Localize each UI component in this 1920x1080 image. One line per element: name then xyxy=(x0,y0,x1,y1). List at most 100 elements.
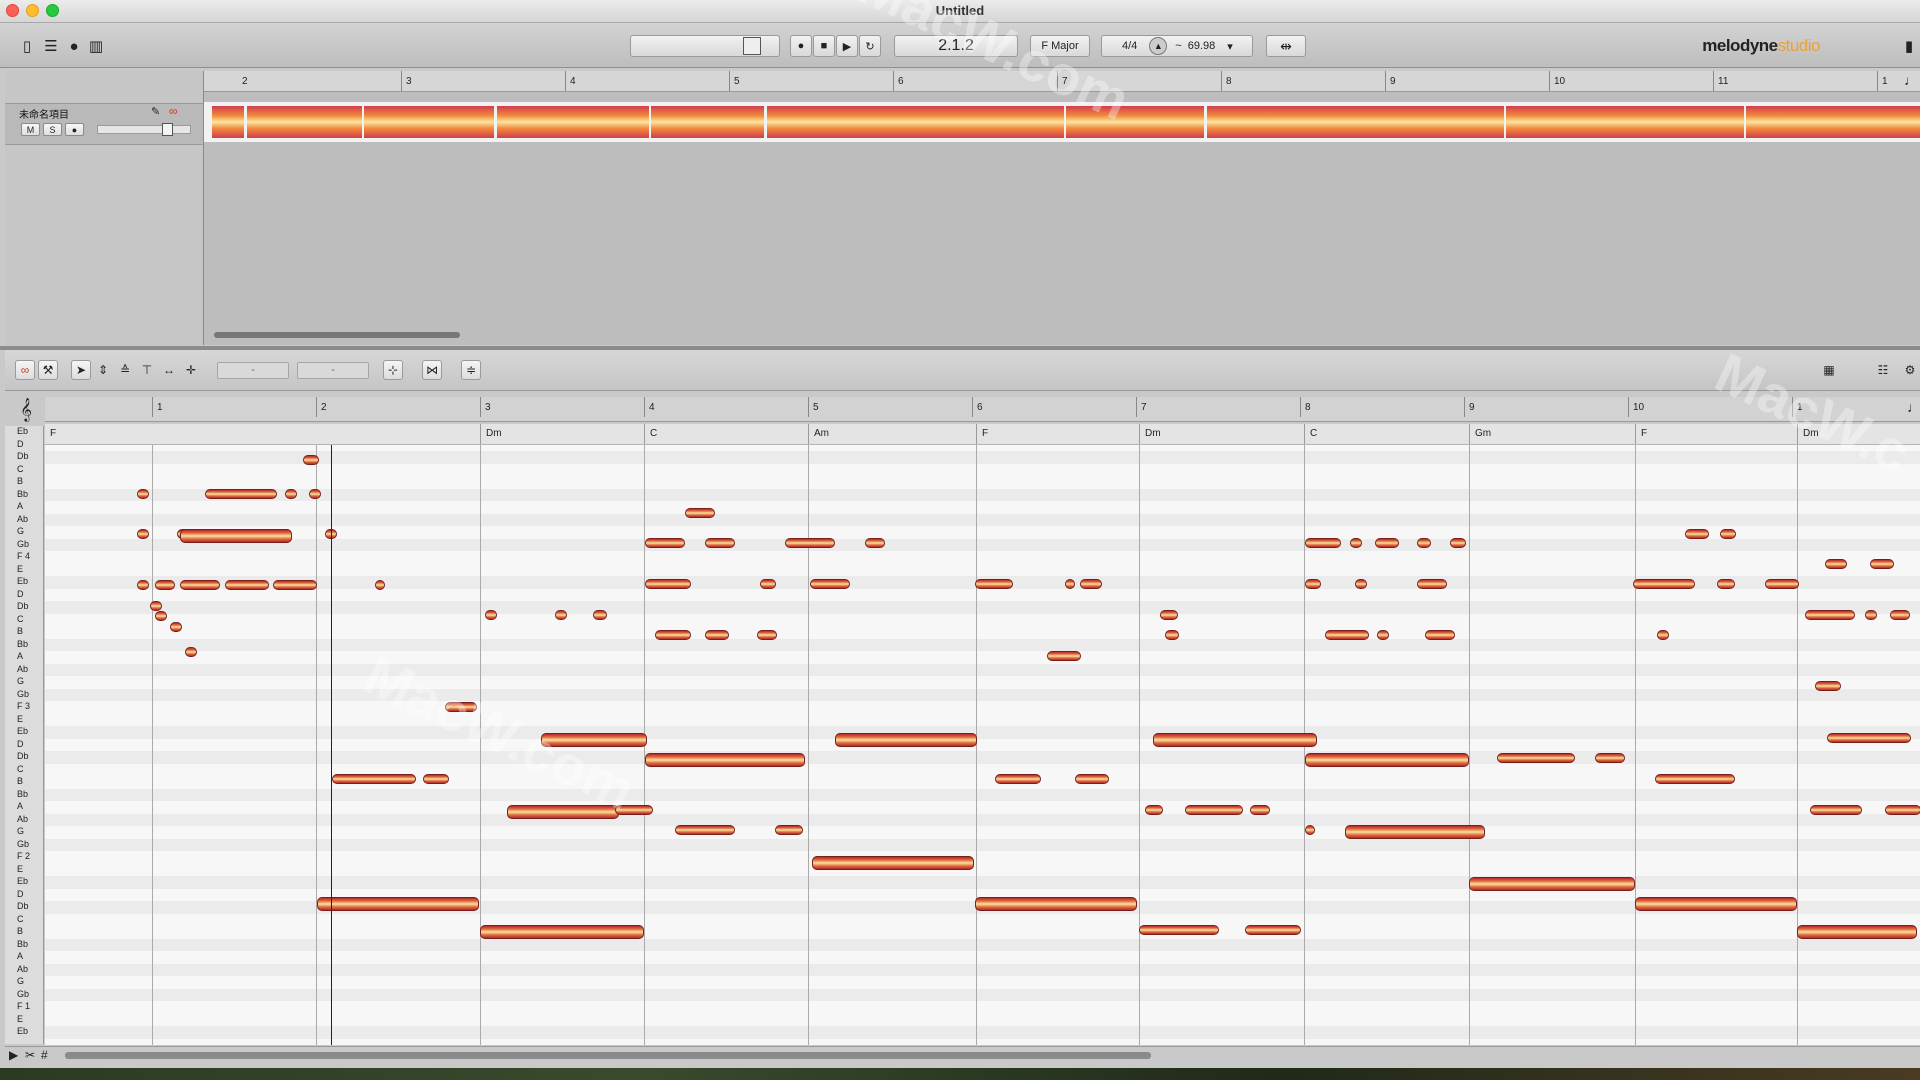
horizontal-scrollbar[interactable] xyxy=(65,1052,1151,1059)
note-blob[interactable] xyxy=(1765,579,1799,589)
note-blob[interactable] xyxy=(1305,538,1341,548)
chord-label[interactable]: Dm xyxy=(1145,428,1161,439)
chord-label[interactable]: Dm xyxy=(486,428,502,439)
note-blob[interactable] xyxy=(1717,579,1735,589)
amplitude-tool-icon[interactable]: ⊤ xyxy=(137,360,157,380)
tempo-detect-button[interactable]: ⇹ xyxy=(1266,35,1306,57)
note-blob[interactable] xyxy=(285,489,297,499)
blobs-icon[interactable]: ● xyxy=(63,35,85,57)
note-blob[interactable] xyxy=(1075,774,1109,784)
note-blob[interactable] xyxy=(975,579,1013,589)
playhead[interactable] xyxy=(331,445,332,1045)
chord-track[interactable]: F Dm C Am F Dm C Gm F Dm xyxy=(45,424,1920,445)
note-blob[interactable] xyxy=(1870,559,1894,569)
note-blob[interactable] xyxy=(555,610,567,620)
note-blob[interactable] xyxy=(485,610,497,620)
note-blob[interactable] xyxy=(1355,579,1367,589)
note-blob[interactable] xyxy=(1797,925,1917,939)
editor-ruler[interactable]: 1 2 3 4 5 6 7 8 9 10 1 ♩ xyxy=(45,397,1920,422)
timing-tool-icon[interactable]: ↔ xyxy=(159,360,179,380)
note-blob[interactable] xyxy=(645,538,685,548)
note-blob[interactable] xyxy=(645,579,691,589)
note-blob[interactable] xyxy=(655,630,691,640)
note-blob[interactable] xyxy=(1815,681,1841,691)
track-waveform[interactable] xyxy=(204,102,1920,142)
grid-icon[interactable]: # xyxy=(41,1048,48,1062)
note-blob[interactable] xyxy=(507,805,619,819)
time-signature[interactable]: 4/4 xyxy=(1122,40,1137,52)
view-icon[interactable]: ▦ xyxy=(1819,360,1839,380)
note-blob[interactable] xyxy=(1305,825,1315,835)
note-blob[interactable] xyxy=(317,897,479,911)
note-blob[interactable] xyxy=(645,753,805,767)
position-display[interactable]: 2.1.2 xyxy=(894,35,1018,57)
note-blob[interactable] xyxy=(137,580,149,590)
chord-label[interactable]: F xyxy=(1641,428,1647,439)
track-row[interactable]: 未命名項目 ✎ ∞ M S ● xyxy=(5,103,203,145)
play-button[interactable]: ▶ xyxy=(836,35,858,57)
note-blob[interactable] xyxy=(137,529,149,539)
note-blob[interactable] xyxy=(685,508,715,518)
sidebar-icon[interactable]: ▮ xyxy=(1898,35,1920,57)
input-monitor-box[interactable] xyxy=(743,37,761,55)
chord-label[interactable]: C xyxy=(1310,428,1317,439)
note-blob[interactable] xyxy=(205,489,277,499)
chord-label[interactable]: Am xyxy=(814,428,829,439)
chord-label[interactable]: Gm xyxy=(1475,428,1491,439)
list-icon[interactable]: ☷ xyxy=(1873,360,1893,380)
record-button[interactable]: ● xyxy=(790,35,812,57)
play-small-icon[interactable]: ▶ xyxy=(9,1048,18,1062)
note-blob[interactable] xyxy=(1890,610,1910,620)
note-blob[interactable] xyxy=(137,489,149,499)
note-blob[interactable] xyxy=(375,580,385,590)
note-blob[interactable] xyxy=(1417,538,1431,548)
note-blob[interactable] xyxy=(1350,538,1362,548)
note-blob[interactable] xyxy=(1657,630,1669,640)
note-blob[interactable] xyxy=(835,733,977,747)
quantize-time-icon[interactable]: ⋈ xyxy=(422,360,442,380)
note-blob[interactable] xyxy=(1377,630,1389,640)
track-volume-slider[interactable] xyxy=(97,123,191,136)
note-blob[interactable] xyxy=(1139,925,1219,935)
note-blob[interactable] xyxy=(1305,753,1469,767)
note-blob[interactable] xyxy=(1720,529,1736,539)
note-blob[interactable] xyxy=(180,580,220,590)
note-blob[interactable] xyxy=(1160,610,1178,620)
note-blob[interactable] xyxy=(445,702,477,712)
note-blob[interactable] xyxy=(1305,579,1321,589)
note-blob[interactable] xyxy=(1185,805,1243,815)
note-blob[interactable] xyxy=(810,579,850,589)
horizontal-scrollbar[interactable] xyxy=(214,332,460,338)
note-blob[interactable] xyxy=(423,774,449,784)
note-blob[interactable] xyxy=(615,805,653,815)
note-blob[interactable] xyxy=(1885,805,1920,815)
note-blob[interactable] xyxy=(170,622,182,632)
note-blob[interactable] xyxy=(1080,579,1102,589)
note-blob[interactable] xyxy=(155,611,167,621)
pitch-field[interactable]: - xyxy=(217,362,289,379)
note-blob[interactable] xyxy=(309,489,321,499)
note-blob[interactable] xyxy=(1065,579,1075,589)
note-blob[interactable] xyxy=(1245,925,1301,935)
note-blob[interactable] xyxy=(180,529,292,543)
note-blob[interactable] xyxy=(1827,733,1911,743)
note-blob[interactable] xyxy=(1655,774,1735,784)
note-blob[interactable] xyxy=(757,630,777,640)
pitch-center-icon[interactable]: ≑ xyxy=(461,360,481,380)
note-blob[interactable] xyxy=(1047,651,1081,661)
formant-tool-icon[interactable]: ≙ xyxy=(115,360,135,380)
note-blob[interactable] xyxy=(1635,897,1797,911)
note-blob[interactable] xyxy=(995,774,1041,784)
track-link-icon[interactable]: ∞ xyxy=(169,104,178,118)
note-blob[interactable] xyxy=(480,925,644,939)
gear-icon[interactable]: ⚙ xyxy=(1900,360,1920,380)
note-blob[interactable] xyxy=(1325,630,1369,640)
note-blob[interactable] xyxy=(1250,805,1270,815)
note-blob[interactable] xyxy=(775,825,803,835)
note-blob[interactable] xyxy=(1375,538,1399,548)
note-blob[interactable] xyxy=(150,601,162,611)
note-blob[interactable] xyxy=(185,647,197,657)
track-edit-icon[interactable]: ✎ xyxy=(151,105,160,118)
note-blob[interactable] xyxy=(1425,630,1455,640)
wrench-icon[interactable]: ⚒ xyxy=(38,360,58,380)
